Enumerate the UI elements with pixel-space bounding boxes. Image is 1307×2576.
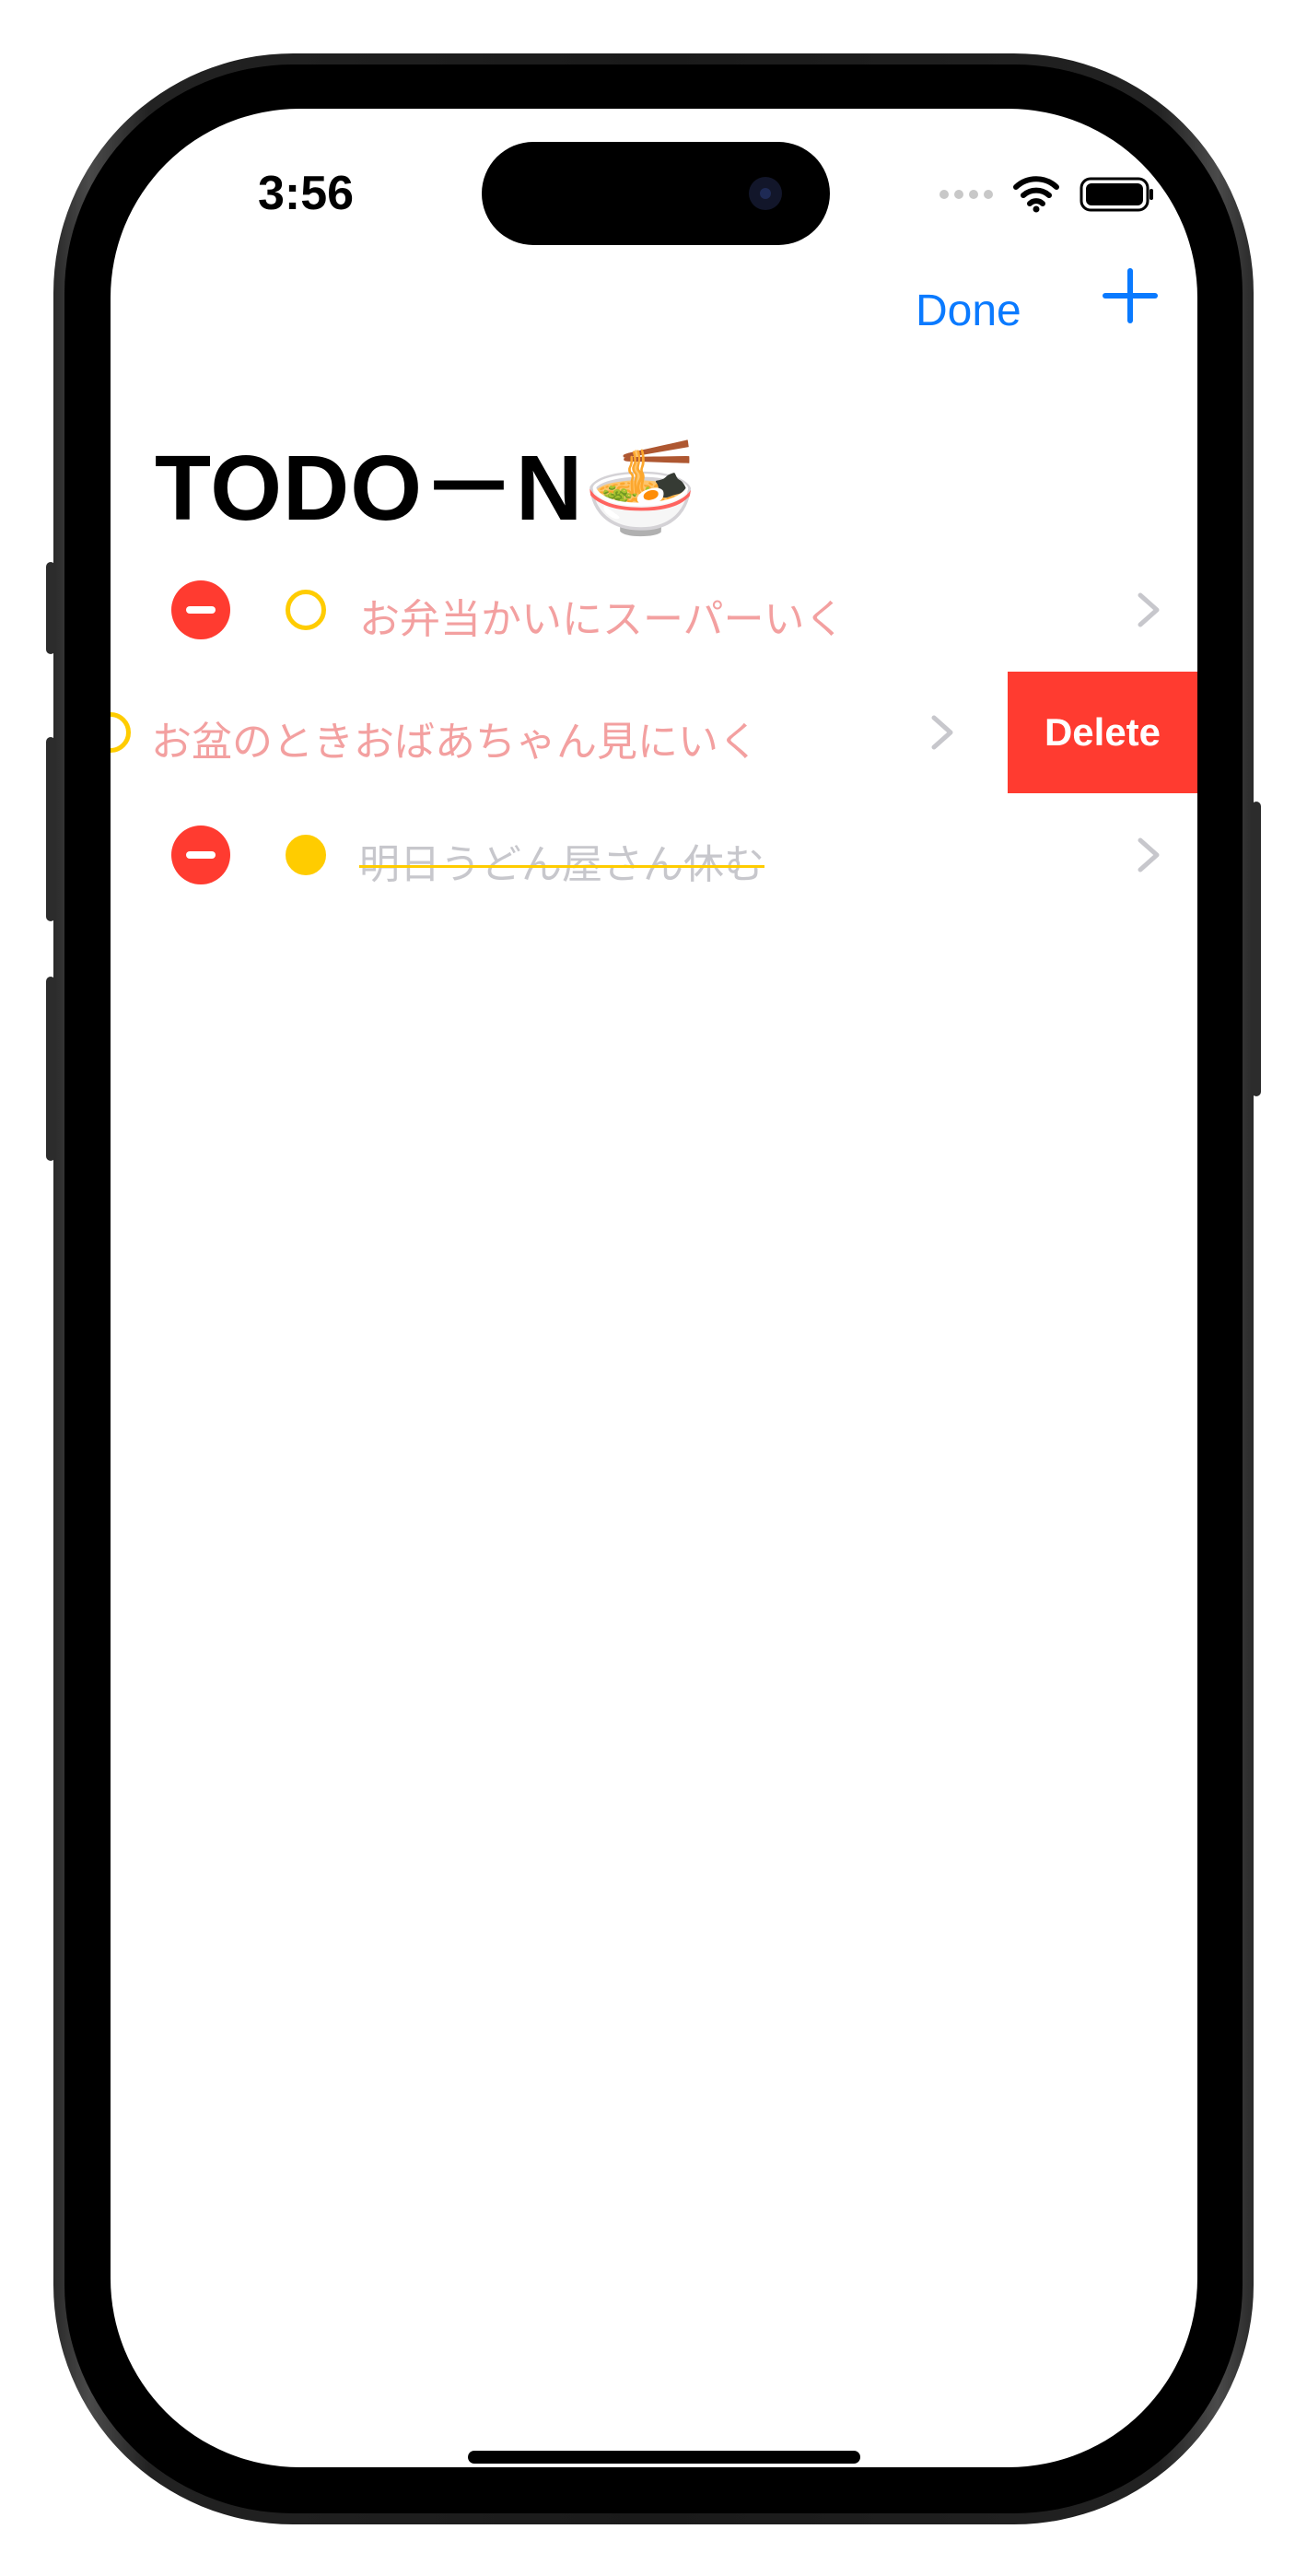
page-title: TODO－N🍜	[155, 437, 699, 540]
chevron-right-icon	[1138, 837, 1160, 872]
dynamic-island	[482, 142, 830, 245]
chevron-right-icon	[1138, 592, 1160, 627]
battery-icon	[1079, 177, 1153, 212]
volume-up-button	[46, 737, 55, 921]
delete-minus-icon[interactable]	[171, 580, 230, 639]
status-icons	[939, 171, 1155, 217]
volume-down-button	[46, 977, 55, 1161]
checked-circle-icon[interactable]	[286, 835, 326, 875]
plus-icon[interactable]	[1098, 263, 1162, 328]
action-button	[46, 562, 55, 654]
home-indicator[interactable]	[468, 2451, 860, 2464]
delete-button[interactable]: Delete	[1008, 672, 1197, 793]
task-label: お盆のときおばあちゃん見にいく	[151, 720, 759, 765]
chevron-right-icon	[931, 715, 953, 750]
task-label: お弁当かいにスーパーいく	[359, 597, 846, 642]
camera-icon	[749, 177, 782, 210]
unchecked-circle-icon[interactable]	[286, 590, 326, 630]
power-button	[1252, 802, 1261, 1096]
task-label: 明日うどん屋さん休む	[359, 842, 764, 887]
screen: 3:56 Done TODO－N🍜 お弁当かいにスーパーいく お盆のときおばあち…	[111, 109, 1197, 2467]
status-time: 3:56	[258, 167, 355, 220]
delete-minus-icon[interactable]	[171, 825, 230, 884]
list-item[interactable]: 明日うどん屋さん休む	[111, 794, 1197, 916]
wifi-icon	[1013, 176, 1059, 213]
done-button[interactable]: Done	[916, 286, 1021, 336]
cellular-signal-icon	[939, 190, 993, 199]
list-item[interactable]: お弁当かいにスーパーいく	[111, 549, 1197, 671]
unchecked-circle-icon[interactable]	[111, 712, 131, 753]
